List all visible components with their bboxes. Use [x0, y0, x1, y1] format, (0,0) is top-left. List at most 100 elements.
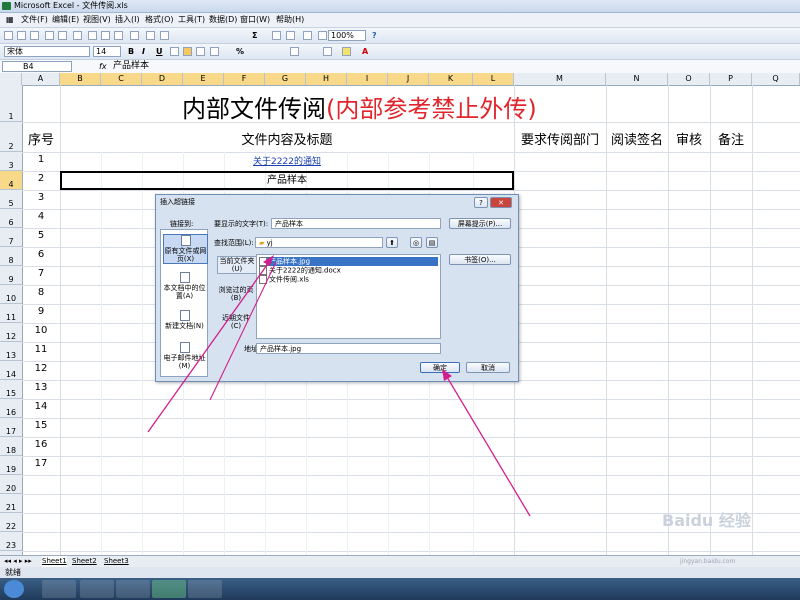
col-header-b[interactable]: B [60, 73, 101, 85]
menu-insert[interactable]: 插入(I) [115, 13, 140, 27]
ie-task-icon[interactable] [80, 580, 114, 598]
link-new-doc[interactable]: 新建文档(N) [163, 310, 206, 330]
col-header-i[interactable]: I [347, 73, 388, 85]
col-header-l[interactable]: L [473, 73, 514, 85]
row-header-21[interactable]: 21 [0, 494, 22, 513]
row-header-1[interactable]: 1 [0, 85, 22, 122]
tab-sheet3[interactable]: Sheet3 [104, 556, 129, 567]
screentip-button[interactable]: 屏幕提示(P)... [449, 218, 511, 229]
row-number-cell[interactable]: 12 [22, 363, 60, 374]
row-number-cell[interactable]: 15 [22, 420, 60, 431]
col-header-a[interactable]: A [22, 73, 60, 85]
file-list[interactable]: 产品样本.jpg 关于2222的通知.docx 文件传阅.xls [256, 254, 441, 339]
row-number-cell[interactable]: 14 [22, 401, 60, 412]
look-current-folder[interactable]: 当前文件夹(U) [217, 256, 257, 274]
row-header-6[interactable]: 6 [0, 209, 22, 228]
bookmark-button[interactable]: 书签(O)... [449, 254, 511, 265]
align-right-icon[interactable] [196, 47, 205, 56]
format-painter-icon[interactable] [130, 31, 139, 40]
menu-help[interactable]: 帮助(H) [276, 13, 304, 27]
tab-sheet1[interactable]: Sheet1 [42, 556, 67, 567]
row-number-cell[interactable]: 6 [22, 249, 60, 260]
tab-scroll-icon[interactable]: ◂◂ ◂ ▸ ▸▸ [4, 556, 32, 567]
new-icon[interactable] [4, 31, 13, 40]
bold-button[interactable]: B [128, 45, 134, 58]
browse-file-icon[interactable]: ▤ [426, 237, 438, 248]
menu-window[interactable]: 窗口(W) [240, 13, 270, 27]
menu-data[interactable]: 数据(D) [209, 13, 237, 27]
cancel-button[interactable]: 取消 [466, 362, 510, 373]
row-header-7[interactable]: 7 [0, 228, 22, 247]
display-text-input[interactable]: 产品样本 [271, 218, 441, 229]
col-header-h[interactable]: H [306, 73, 347, 85]
row-header-13[interactable]: 13 [0, 342, 22, 361]
menu-tools[interactable]: 工具(T) [178, 13, 205, 27]
indent-icon[interactable] [290, 47, 299, 56]
row-header-12[interactable]: 12 [0, 323, 22, 342]
row-number-cell[interactable]: 8 [22, 287, 60, 298]
col-header-k[interactable]: K [429, 73, 473, 85]
row-number-cell[interactable]: 1 [22, 154, 60, 165]
row-header-16[interactable]: 16 [0, 399, 22, 418]
borders-icon[interactable] [323, 47, 332, 56]
fill-color-icon[interactable] [342, 47, 351, 56]
file-item-docx[interactable]: 关于2222的通知.docx [259, 266, 341, 275]
save-icon[interactable] [30, 31, 39, 40]
spelling-icon[interactable] [73, 31, 82, 40]
col-header-f[interactable]: F [224, 73, 265, 85]
copy-icon[interactable] [101, 31, 110, 40]
align-center-icon[interactable] [183, 47, 192, 56]
folder-task-icon[interactable] [188, 580, 222, 598]
drawing-icon[interactable] [318, 31, 327, 40]
row-number-cell[interactable]: 7 [22, 268, 60, 279]
start-button-icon[interactable] [4, 580, 24, 598]
row-number-cell[interactable]: 4 [22, 211, 60, 222]
search-web-icon[interactable]: ◎ [410, 237, 422, 248]
row-header-19[interactable]: 19 [0, 456, 22, 475]
row-number-cell[interactable]: 2 [22, 173, 60, 184]
row-header-18[interactable]: 18 [0, 437, 22, 456]
link-place-in-doc[interactable]: 本文档中的位置(A) [163, 272, 206, 300]
menu-sheet-icon[interactable]: ▦ [6, 13, 14, 27]
sort-asc-icon[interactable] [272, 31, 281, 40]
row-header-22[interactable]: 22 [0, 513, 22, 532]
look-recent-files[interactable]: 近期文件(C) [217, 314, 255, 330]
row-number-cell[interactable]: 5 [22, 230, 60, 241]
col-header-d[interactable]: D [142, 73, 183, 85]
row-header-11[interactable]: 11 [0, 304, 22, 323]
menu-format[interactable]: 格式(O) [145, 13, 174, 27]
preview-icon[interactable] [58, 31, 67, 40]
paste-icon[interactable] [114, 31, 123, 40]
menu-view[interactable]: 视图(V) [83, 13, 111, 27]
col-header-e[interactable]: E [183, 73, 224, 85]
row-header-23[interactable]: 23 [0, 532, 22, 551]
font-combo[interactable]: 宋体 [4, 46, 90, 57]
link-existing-file[interactable]: 原有文件或网页(X) [163, 234, 208, 264]
row-header-2[interactable]: 2 [0, 122, 22, 152]
row-number-cell[interactable]: 16 [22, 439, 60, 450]
close-icon[interactable]: ✕ [490, 197, 512, 208]
media-task-icon[interactable] [116, 580, 150, 598]
help-icon[interactable]: ? [474, 197, 488, 208]
link-email[interactable]: 电子邮件地址(M) [163, 342, 206, 370]
help-icon[interactable]: ? [372, 29, 377, 42]
explorer-task-icon[interactable] [42, 580, 76, 598]
row-header-17[interactable]: 17 [0, 418, 22, 437]
address-input[interactable]: 产品样本.jpg [256, 343, 441, 354]
ok-button[interactable]: 确定 [420, 362, 460, 373]
selected-cell-b4[interactable]: 产品样本 [60, 171, 514, 190]
look-browsed-pages[interactable]: 浏览过的页(B) [217, 286, 255, 302]
fx-icon[interactable]: fx [99, 60, 107, 73]
zoom-combo[interactable]: 100% [328, 30, 366, 41]
name-box[interactable]: B4 [2, 61, 72, 72]
row-number-cell[interactable]: 13 [22, 382, 60, 393]
menu-file[interactable]: 文件(F) [21, 13, 48, 27]
row-number-cell[interactable]: 11 [22, 344, 60, 355]
row-number-cell[interactable]: 10 [22, 325, 60, 336]
merge-center-icon[interactable] [210, 47, 219, 56]
font-color-icon[interactable]: A [362, 45, 368, 58]
col-header-p[interactable]: P [710, 73, 752, 85]
row-header-9[interactable]: 9 [0, 266, 22, 285]
row-header-20[interactable]: 20 [0, 475, 22, 494]
row-header-8[interactable]: 8 [0, 247, 22, 266]
